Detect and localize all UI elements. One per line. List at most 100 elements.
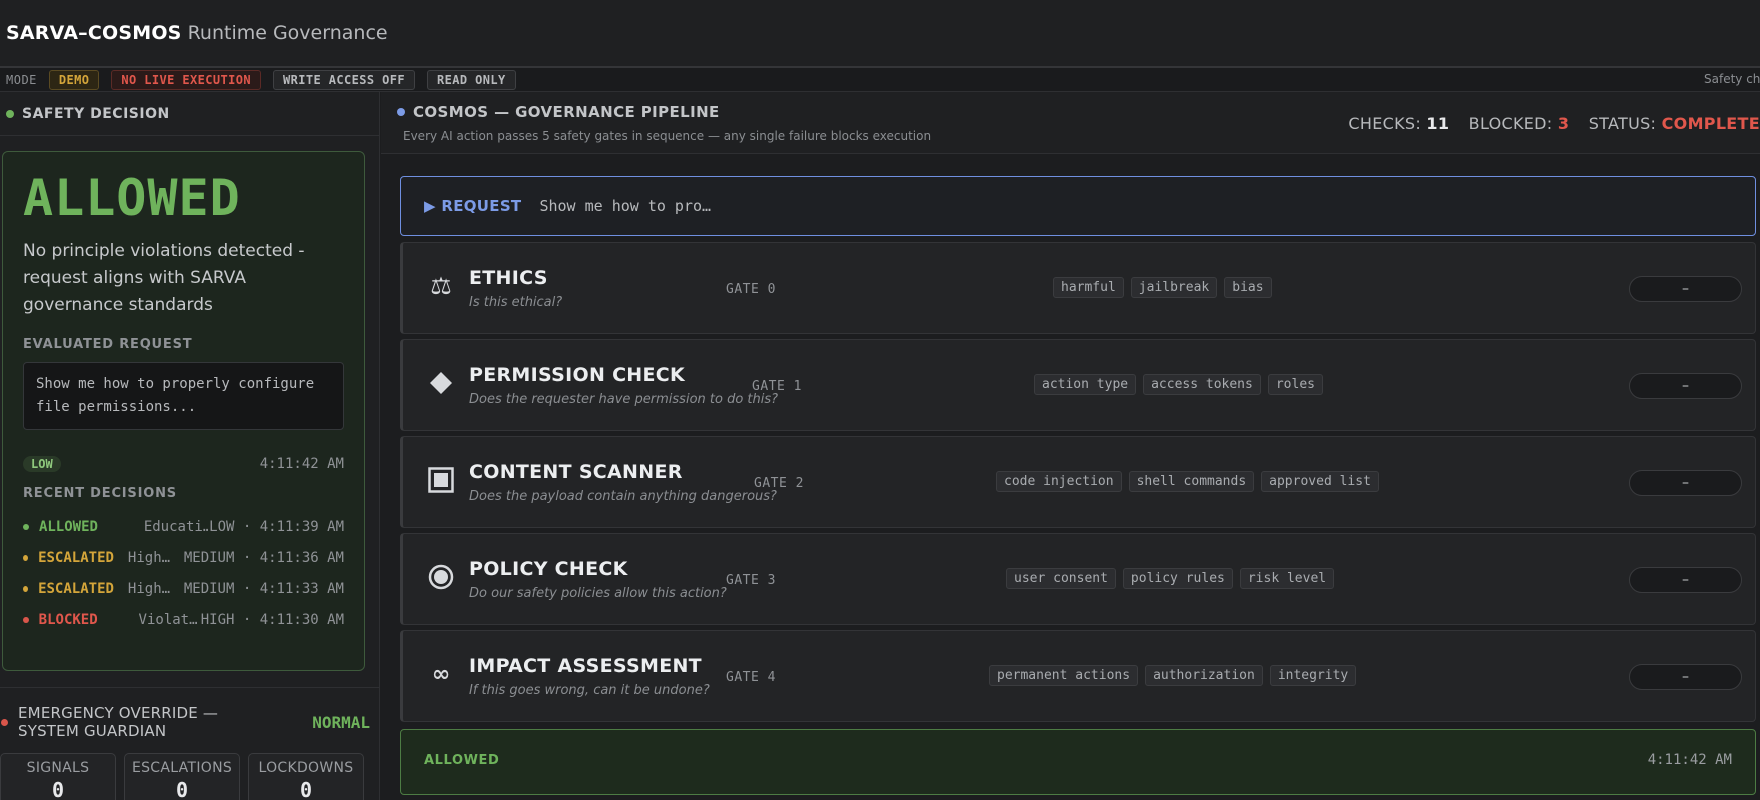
override-header: EMERGENCY OVERRIDE — SYSTEM GUARDIAN NOR… (0, 688, 380, 740)
scales-icon: ⚖ (430, 272, 452, 300)
gate-question: Is this ethical? (469, 295, 563, 310)
recent-meta: MEDIUM · 4:11:33 AM (183, 580, 344, 597)
square-icon (426, 465, 456, 495)
override-title: EMERGENCY OVERRIDE — SYSTEM GUARDIAN (18, 704, 219, 740)
circle-dot-icon (426, 562, 456, 592)
mode-chip-demo[interactable]: DEMO (48, 69, 100, 90)
status-dot-icon (23, 554, 29, 561)
gate-question: If this goes wrong, can it be undone? (469, 683, 710, 698)
gate-tags: permanent actions authorization integrit… (989, 665, 1357, 686)
recent-decisions-label: RECENT DECISIONS (23, 486, 177, 501)
alert-dot-icon (1, 718, 8, 726)
counter-signals: SIGNALS 0 (0, 753, 116, 800)
title-bar: SARVA–COSMOS Runtime Governance (0, 0, 1760, 68)
gate-title: IMPACT ASSESSMENT (469, 655, 702, 677)
recent-label: High… (127, 580, 171, 597)
gate-impact-assessment[interactable]: ∞ IMPACT ASSESSMENT If this goes wrong, … (400, 630, 1756, 722)
pipeline-status: COMPLETE (1661, 114, 1760, 133)
counter-value: 0 (51, 778, 65, 800)
gate-title: ETHICS (469, 267, 548, 289)
gate-question: Do our safety policies allow this action… (469, 586, 727, 601)
gate-tag: harmful (1053, 277, 1124, 298)
counter-lockdowns: LOCKDOWNS 0 (248, 753, 364, 800)
pipeline-stats: CHECKS: 11 BLOCKED: 3 STATUS: COMPLETE (1348, 114, 1760, 133)
counter-value: 0 (175, 778, 189, 800)
gate-number: GATE 0 (726, 282, 776, 297)
gate-tag: user consent (1006, 568, 1116, 589)
request-text: Show me how to pro… (539, 197, 712, 215)
mode-chip-no-live-execution[interactable]: NO LIVE EXECUTION (111, 69, 262, 90)
evaluated-request-text: Show me how to properly configure file p… (23, 362, 344, 430)
override-state: NORMAL (312, 712, 370, 732)
gate-title: PERMISSION CHECK (469, 364, 686, 386)
gate-policy-check[interactable]: POLICY CHECK Do our safety policies allo… (400, 533, 1756, 625)
counter-label: SIGNALS (26, 760, 90, 776)
request-label: ▶ REQUEST (424, 197, 522, 215)
mode-chip-write-access-off[interactable]: WRITE ACCESS OFF (273, 69, 416, 90)
gate-tag: permanent actions (989, 665, 1139, 686)
checks-label: CHECKS: (1348, 114, 1422, 133)
gate-tag: roles (1267, 374, 1323, 395)
counter-value: 0 (299, 778, 313, 800)
recent-label: High… (127, 549, 171, 566)
status-label: STATUS: (1588, 114, 1657, 133)
counter-escalations: ESCALATIONS 0 (124, 753, 240, 800)
recent-decision-item[interactable]: ESCALATED High… MEDIUM · 4:11:36 AM (23, 542, 344, 573)
gate-tag: policy rules (1122, 568, 1233, 589)
gate-tag: risk level (1239, 568, 1335, 589)
recent-decision-item[interactable]: BLOCKED Violat… HIGH · 4:11:30 AM (23, 604, 344, 635)
recent-decisions-list: ALLOWED Educati… LOW · 4:11:39 AM ESCALA… (23, 511, 344, 635)
gate-number: GATE 4 (726, 670, 776, 685)
blocked-label: BLOCKED: (1468, 114, 1553, 133)
gate-result: – (1629, 567, 1742, 593)
counter-label: LOCKDOWNS (258, 760, 354, 776)
status-dot-icon (23, 616, 29, 623)
gate-tag: access tokens (1143, 374, 1261, 395)
pipeline-title: COSMOS — GOVERNANCE PIPELINE (413, 103, 720, 121)
gate-tag: shell commands (1128, 471, 1255, 492)
gate-permission-check[interactable]: PERMISSION CHECK Does the requester have… (400, 339, 1756, 431)
recent-decision-item[interactable]: ALLOWED Educati… LOW · 4:11:39 AM (23, 511, 344, 542)
decision-timestamp: 4:11:42 AM (259, 456, 344, 472)
gate-result: – (1629, 276, 1742, 302)
gate-question: Does the requester have permission to do… (469, 392, 779, 407)
infinity-icon: ∞ (431, 661, 451, 687)
evaluated-request-label: EVALUATED REQUEST (23, 337, 193, 352)
override-counters: SIGNALS 0 ESCALATIONS 0 LOCKDOWNS 0 (0, 753, 364, 800)
risk-badge: LOW (23, 456, 61, 472)
mode-bar-right-text: Safety ch (1704, 72, 1760, 86)
safety-panel: SAFETY DECISION ALLOWED No principle vio… (0, 92, 380, 800)
request-bar[interactable]: ▶ REQUEST Show me how to pro… (400, 176, 1756, 236)
recent-status: BLOCKED (38, 611, 98, 628)
status-dot-icon (6, 109, 14, 118)
mode-chip-read-only[interactable]: READ ONLY (427, 69, 516, 90)
mode-bar: MODE DEMO NO LIVE EXECUTION WRITE ACCESS… (0, 68, 1760, 92)
result-label: ALLOWED (424, 753, 500, 768)
gate-content-scanner[interactable]: CONTENT SCANNER Does the payload contain… (400, 436, 1756, 528)
gate-title: CONTENT SCANNER (469, 461, 683, 483)
brand-name: SARVA–COSMOS (6, 22, 182, 44)
risk-row: LOW 4:11:42 AM (23, 456, 344, 472)
decision-status: ALLOWED (23, 169, 241, 227)
recent-decision-item[interactable]: ESCALATED High… MEDIUM · 4:11:33 AM (23, 573, 344, 604)
recent-status: ESCALATED (38, 549, 114, 566)
safety-panel-header: SAFETY DECISION (0, 92, 379, 136)
pipeline-panel: COSMOS — GOVERNANCE PIPELINE Every AI ac… (381, 92, 1760, 800)
status-dot-icon (23, 523, 29, 530)
result-timestamp: 4:11:42 AM (1647, 752, 1732, 768)
gate-tag: code injection (996, 471, 1122, 492)
gate-tag: approved list (1261, 471, 1379, 492)
gate-title: POLICY CHECK (469, 558, 628, 580)
status-dot-icon (23, 585, 29, 592)
blocked-count: 3 (1557, 114, 1570, 133)
decision-description: No principle violations detected - reque… (23, 241, 305, 315)
gate-tag: authorization (1145, 665, 1263, 686)
gate-tag: action type (1034, 374, 1137, 395)
gate-ethics[interactable]: ⚖ ETHICS Is this ethical? GATE 0 harmful… (400, 242, 1756, 334)
gate-number: GATE 2 (754, 476, 804, 491)
gate-tags: code injection shell commands approved l… (996, 471, 1379, 492)
gate-tags: harmful jailbreak bias (1053, 277, 1272, 298)
brand-subtitle: Runtime Governance (187, 22, 388, 44)
diamond-icon (426, 368, 456, 398)
recent-meta: LOW · 4:11:39 AM (209, 518, 344, 535)
